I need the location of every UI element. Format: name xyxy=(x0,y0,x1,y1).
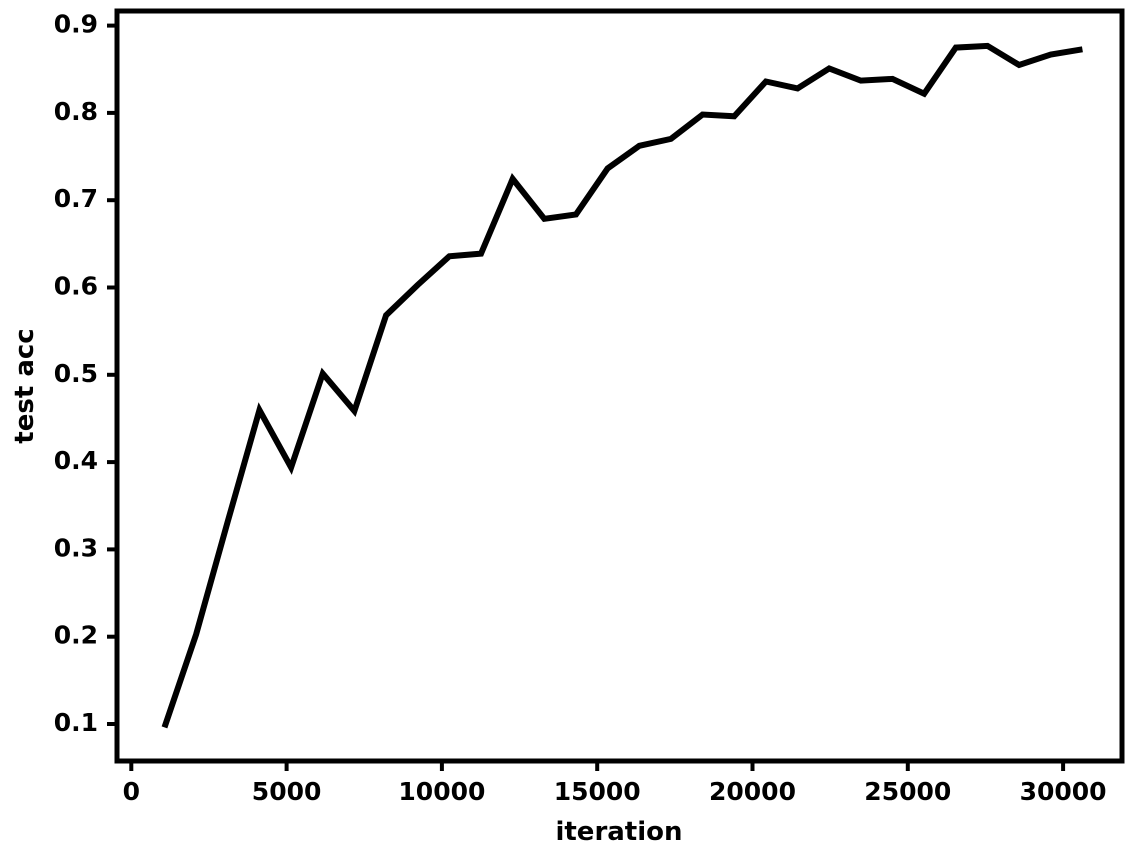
y-axis-ticklabels: 0.9 0.8 0.7 0.6 0.5 0.4 0.3 0.2 0.1 xyxy=(54,10,98,737)
x-tick-label: 20000 xyxy=(709,777,796,806)
test-acc-line xyxy=(161,42,1083,729)
x-tick-label: 15000 xyxy=(554,777,641,806)
y-tick-label: 0.7 xyxy=(54,184,98,213)
y-axis-label: test acc xyxy=(10,328,40,443)
y-tick-label: 0.8 xyxy=(54,97,98,126)
y-tick-label: 0.9 xyxy=(54,10,98,39)
x-tick-label: 25000 xyxy=(864,777,951,806)
y-tick-label: 0.6 xyxy=(54,272,98,301)
x-tick-label: 10000 xyxy=(398,777,485,806)
x-tick-label: 30000 xyxy=(1020,777,1107,806)
x-axis-ticklabels: 0 5000 10000 15000 20000 25000 30000 xyxy=(123,777,1107,806)
axes-spines xyxy=(114,8,1125,764)
y-tick-label: 0.1 xyxy=(54,708,98,737)
x-tick-label: 5000 xyxy=(252,777,322,806)
y-tick-label: 0.2 xyxy=(54,621,98,650)
y-tick-label: 0.4 xyxy=(54,446,98,475)
y-tick-label: 0.5 xyxy=(54,359,98,388)
y-tick-label: 0.3 xyxy=(54,533,98,562)
line-chart: 0.9 0.8 0.7 0.6 0.5 0.4 0.3 0.2 0.1 0 50… xyxy=(10,8,1125,847)
matplotlib-figure: 0.9 0.8 0.7 0.6 0.5 0.4 0.3 0.2 0.1 0 50… xyxy=(0,0,1138,856)
x-axis-label: iteration xyxy=(555,817,682,847)
x-tick-label: 0 xyxy=(123,777,140,806)
